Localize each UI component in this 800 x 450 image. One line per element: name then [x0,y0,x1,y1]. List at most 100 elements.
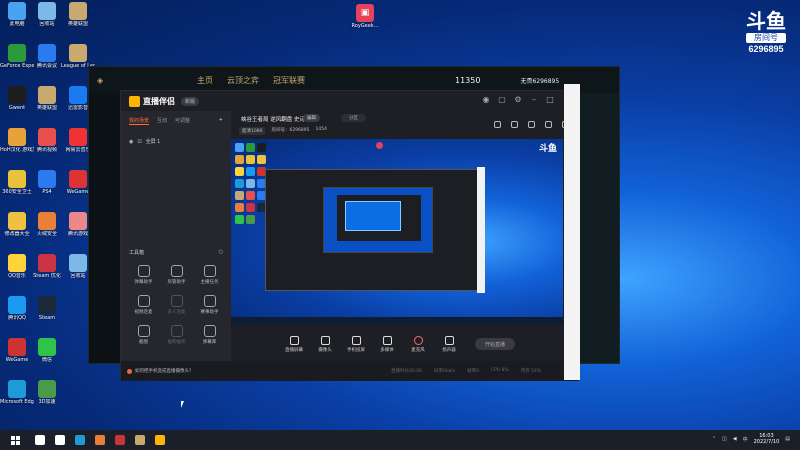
taskbar-league[interactable] [130,430,150,450]
record-icon[interactable] [528,121,535,128]
tool-item[interactable]: 房管助手 [160,265,193,285]
status-tip-text: 如何把手机变成直播摄像头？ [135,369,194,374]
taskbar-douyu[interactable] [150,430,170,450]
desktop-icon-label: 3D加速 [38,399,56,405]
edit-title-button[interactable]: 编辑 [303,114,320,122]
taskbar-search[interactable] [30,430,50,450]
lol-tab-home[interactable]: 主页 [197,75,213,86]
taskbar-edge[interactable] [70,430,90,450]
desktop-icon[interactable]: 火绒安全 [30,212,64,237]
source-control[interactable]: 多媒体 [376,335,398,353]
desktop-icon[interactable]: Steam [30,296,64,321]
lock-icon[interactable]: ⊡ [137,139,141,145]
desktop-icon[interactable]: HoH汉化 游戏加速器 [0,128,34,153]
desktop-icon[interactable]: PS4 [30,170,64,195]
app-icon [8,2,26,20]
app-icon [69,86,87,104]
mouse-cursor-icon [181,401,187,408]
desktop-icon-label: 微信 [41,357,52,363]
skin-icon[interactable]: ▢ [497,95,507,104]
tool-label: 视频连麦 [134,310,153,315]
desktop-icon[interactable]: 修改器大全 [0,212,34,237]
tab-adjust[interactable]: 可调整 [175,117,190,125]
notification-icon[interactable]: ▤ [785,436,790,442]
taskbar-task-view[interactable] [50,430,70,450]
volume-icon[interactable]: ◀ [733,436,737,442]
settings-icon[interactable]: ⚙ [513,95,523,104]
tool-item[interactable]: 弹幕库 [193,325,226,345]
desktop-icon[interactable]: Microsoft Edge [0,380,34,405]
desktop-icon-label: 修改器大全 [4,231,30,237]
source-control-label: 多媒体 [380,347,394,353]
stream-preview[interactable]: 斗鱼 [231,139,563,325]
lock-icon[interactable] [494,121,501,128]
tool-icon [170,265,183,277]
version-pill[interactable]: 新版 [181,96,200,106]
taskbar: ⌃ ◫ ◀ 中 16:03 2022/7/10 ▤ [0,430,800,450]
desktop-icon-center[interactable]: ▣ RoyGeek... [348,4,382,29]
tool-icon [203,325,216,337]
status-tip[interactable]: 如何把手机变成直播摄像头？ [127,368,194,374]
stat-item: 直播时长00:00 [391,369,422,374]
source-control[interactable]: 麦克风 [407,335,429,353]
eye-icon[interactable]: ◉ [129,139,133,145]
desktop-icon[interactable]: 腾讯QQ [0,296,34,321]
maximize-icon[interactable]: □ [545,95,555,104]
lol-tab-esports[interactable]: 冠军联赛 [273,75,305,86]
desktop-icon[interactable]: WeGame [0,338,34,363]
source-control[interactable]: 手机投屏 [345,335,367,353]
desktop-icon[interactable]: 英雄联盟 [61,2,95,27]
tool-item[interactable]: 多人连麦 [160,295,193,315]
desktop-icon[interactable]: GeForce Experience [0,44,34,69]
desktop-icon[interactable]: 3D加速 [30,380,64,405]
desktop-icon[interactable]: 360安全卫士 [0,170,34,195]
desktop-icon[interactable]: QQ音乐 [0,254,34,279]
tool-item[interactable]: 截图 [127,325,160,345]
window-controls: ◉ ▢ ⚙ – □ × [481,95,571,104]
tool-item[interactable]: 福利抽奖 [160,325,193,345]
status-bar: 如何把手机变成直播摄像头？ 直播时长00:00 码率0kb/s 帧率0 CPU 8% 内… [121,361,579,381]
minimize-icon[interactable]: – [529,95,539,104]
category-button[interactable]: 分区 [341,114,366,122]
summoner-name: 无畏6296895 [520,77,560,85]
lol-tab-tft[interactable]: 云顶之弈 [227,75,259,86]
start-stream-button[interactable]: 开始直播 [475,338,515,350]
tab-scenes[interactable]: 我的场景 [129,117,150,125]
clock[interactable]: 16:03 2022/7/10 [754,433,780,445]
taskbar-stream-tool[interactable] [90,430,110,450]
tab-interact[interactable]: 互动 [157,117,167,125]
ime-icon[interactable]: 中 [743,436,748,443]
tool-item[interactable]: 弹幕助手 [127,265,160,285]
source-control[interactable]: 摄像头 [314,335,336,353]
tool-item[interactable]: 视频连麦 [127,295,160,315]
desktop-icon[interactable]: 此电脑 [0,2,34,27]
source-control[interactable]: 直播屏幕 [283,335,305,353]
network-icon[interactable]: ◫ [722,436,727,442]
search-icon [35,435,45,445]
toolbox-toggle-icon[interactable]: ○ [219,249,223,256]
desktop-icon-label: 腾讯QQ [8,315,26,321]
desktop-icon[interactable]: Gwent [0,86,34,111]
taskbar-wegame[interactable] [110,430,130,450]
desktop-icon[interactable]: 腾讯视频 [30,128,64,153]
tool-item[interactable]: 主播任务 [193,265,226,285]
quality-chip[interactable]: 超清1080 [239,127,266,135]
desktop-icon[interactable]: 微信 [30,338,64,363]
avatar-icon[interactable]: ◉ [481,95,491,104]
source-control-icon [444,335,454,345]
desktop-icon[interactable]: Steam 优化 [30,254,64,279]
scene-item[interactable]: ◉ ⊡ 全屏 1 [121,135,231,148]
desktop-icon[interactable]: 腾讯会议 [30,44,64,69]
tray-chevron-icon[interactable]: ⌃ [712,436,716,442]
gift-icon[interactable] [511,121,518,128]
add-scene-icon[interactable]: + [219,117,223,125]
desktop-icon[interactable]: 回收站 [30,2,64,27]
start-button[interactable] [0,430,30,450]
desktop-icon-label: 360安全卫士 [2,189,32,195]
source-control[interactable]: 扬声器 [438,335,460,353]
scene-sidebar: 我的场景 互动 可调整 + ◉ ⊡ 全屏 1 工具箱 ○ 弹幕助手 房管助手 主播任… [121,111,231,361]
layout-icon[interactable] [545,121,552,128]
tool-item[interactable]: 赛事助手 [193,295,226,315]
preview-app-icon [246,155,255,164]
desktop-icon[interactable]: 英雄联盟 [30,86,64,111]
